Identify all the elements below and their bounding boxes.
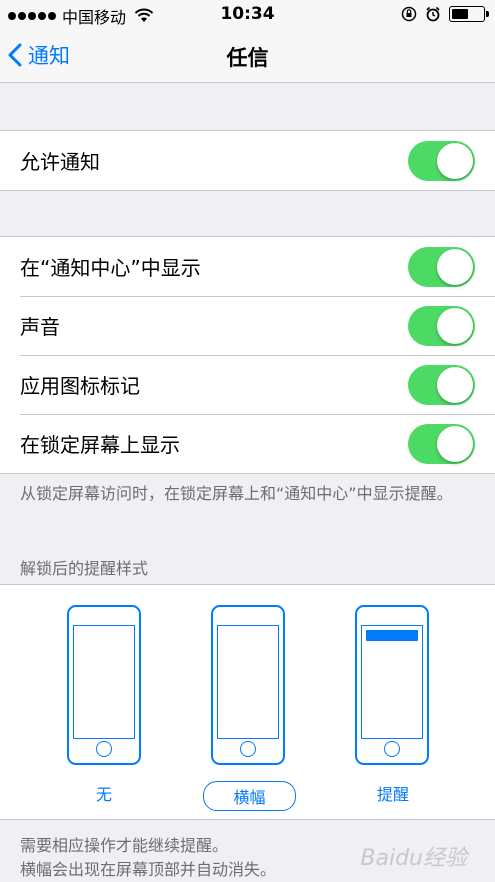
setting-row-sound: 声音 [0,296,495,355]
setting-row-lock-screen: 在锁定屏幕上显示 [0,414,495,473]
show-in-center-toggle[interactable] [408,246,475,287]
lock-screen-label: 在锁定屏幕上显示 [20,433,180,457]
rotation-lock-icon [401,6,417,22]
allow-notifications-group: 允许通知 [0,130,495,191]
alert-banner-icon [366,630,418,641]
allow-notifications-label: 允许通知 [20,150,100,174]
badge-label: 应用图标标记 [20,374,140,398]
battery-level [452,9,468,19]
allow-notifications-row: 允许通知 [0,131,495,190]
alert-style-alert-option[interactable] [355,605,429,765]
sound-label: 声音 [20,315,60,339]
alert-style-none-option[interactable] [67,605,141,765]
toggle-knob [437,366,473,403]
description-line-1: 需要相应操作才能继续提醒。 [20,836,229,855]
setting-row-show-in-center: 在“通知中心”中显示 [0,237,495,296]
home-button-icon [384,741,400,757]
battery-icon [449,6,489,22]
badge-toggle[interactable] [408,364,475,405]
notification-settings-group: 在“通知中心”中显示 声音 应用图标标记 在锁定屏幕上显示 [0,236,495,474]
show-in-center-label: 在“通知中心”中显示 [20,256,201,280]
lock-screen-toggle[interactable] [408,423,475,464]
toggle-knob [437,248,473,285]
status-bar: 中国移动 10:34 [0,0,495,30]
toggle-knob [437,425,473,462]
allow-notifications-toggle[interactable] [408,140,475,181]
home-button-icon [96,741,112,757]
alert-style-description: 需要相应操作才能继续提醒。 横幅会出现在屏幕顶部并自动消失。 [20,834,276,882]
toggle-knob [437,142,473,179]
toggle-knob [437,307,473,344]
sound-toggle[interactable] [408,305,475,346]
alert-style-banner-option[interactable] [211,605,285,765]
setting-row-badge: 应用图标标记 [0,355,495,414]
page-title: 任信 [226,46,269,70]
alert-style-none-label[interactable]: 无 [74,781,134,805]
alarm-icon [426,6,440,22]
alert-style-banner-label[interactable]: 横幅 [203,781,296,811]
watermark-logo: Baidu经验 [360,846,467,871]
navigation-bar: 通知 任信 [0,30,495,83]
alert-style-alert-label[interactable]: 提醒 [363,781,423,805]
home-button-icon [240,741,256,757]
phone-screen [73,625,135,739]
alert-style-selector: 无 横幅 提醒 [0,584,495,820]
status-right [401,6,489,22]
alert-style-header: 解锁后的提醒样式 [20,559,149,578]
lock-screen-footnote: 从锁定屏幕访问时，在锁定屏幕上和“通知中心”中显示提醒。 [20,484,453,503]
phone-screen [361,625,423,739]
description-line-2: 横幅会出现在屏幕顶部并自动消失。 [20,860,277,879]
phone-screen [217,625,279,739]
